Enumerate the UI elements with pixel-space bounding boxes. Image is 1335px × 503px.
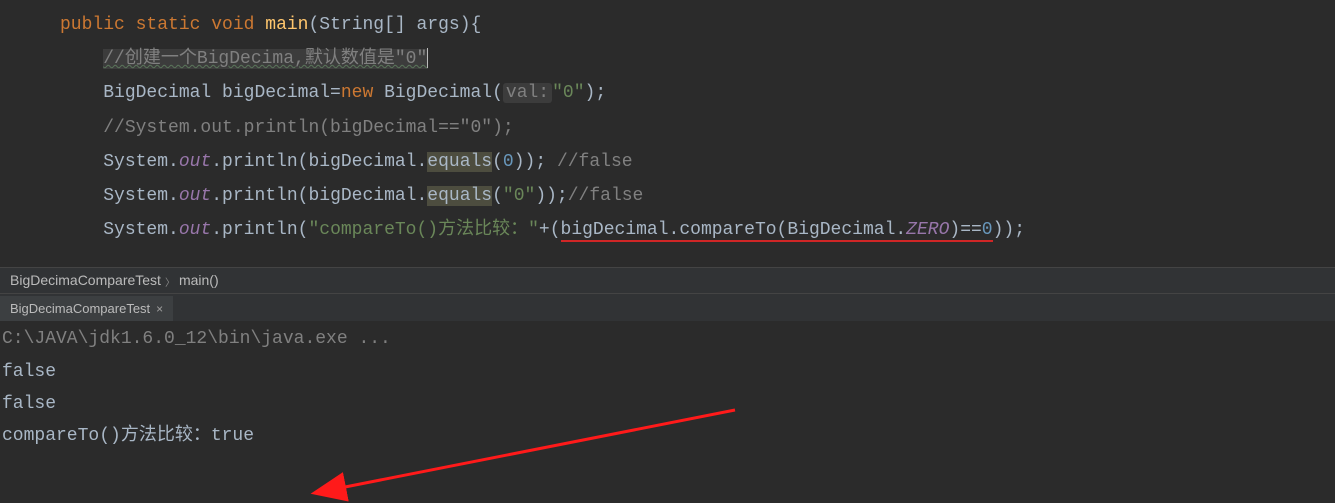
- text-caret: [427, 48, 428, 68]
- comment: //System.out.println(bigDecimal=="0");: [103, 118, 513, 138]
- run-tab-label: BigDecimaCompareTest: [10, 301, 150, 316]
- code-line: System.out.println(bigDecimal.equals("0"…: [0, 179, 1335, 213]
- field-out: out: [179, 152, 211, 172]
- code-text: )==: [949, 220, 981, 240]
- code-line: //创建一个BigDecima,默认数值是"0": [0, 42, 1335, 76]
- code-text: ));: [535, 186, 567, 206]
- code-line: //System.out.println(bigDecimal=="0");: [0, 111, 1335, 145]
- close-icon[interactable]: ×: [150, 302, 163, 316]
- breadcrumb[interactable]: BigDecimaCompareTest〉main(): [0, 267, 1335, 294]
- string-literal: "0": [503, 186, 535, 206]
- field-out: out: [179, 220, 211, 240]
- code-text: .println(bigDecimal.: [211, 186, 427, 206]
- expr-underlined: bigDecimal.compareTo(BigDecimal.: [561, 220, 907, 240]
- keyword-void: void: [211, 15, 254, 35]
- code-text: System.: [103, 186, 179, 206]
- code-text: ));: [993, 220, 1025, 240]
- number-literal: 0: [503, 152, 514, 172]
- number-literal: 0: [982, 220, 993, 240]
- string-literal: "compareTo()方法比较：": [308, 220, 538, 240]
- code-text: BigDecimal(: [373, 83, 503, 103]
- code-text: );: [585, 83, 607, 103]
- code-text: System.: [103, 152, 179, 172]
- method-name: main: [265, 15, 308, 35]
- field-out: out: [179, 186, 211, 206]
- chevron-right-icon: 〉: [161, 278, 179, 289]
- console-line: false: [0, 388, 1335, 420]
- code-text: .println(bigDecimal.: [211, 152, 427, 172]
- code-text: BigDecimal bigDecimal=: [103, 83, 341, 103]
- constant-zero: ZERO: [906, 220, 949, 240]
- breadcrumb-class[interactable]: BigDecimaCompareTest: [10, 272, 161, 288]
- run-tab-bar: BigDecimaCompareTest×: [0, 294, 1335, 321]
- console-command: C:\JAVA\jdk1.6.0_12\bin\java.exe ...: [0, 323, 1335, 355]
- comment: //创建一个BigDecima,默认数值是"0": [103, 49, 427, 69]
- breadcrumb-method[interactable]: main(): [179, 272, 219, 288]
- keyword-new: new: [341, 83, 373, 103]
- code-editor[interactable]: public static void main(String[] args){ …: [0, 0, 1335, 267]
- run-tab[interactable]: BigDecimaCompareTest×: [0, 296, 173, 321]
- code-line: System.out.println(bigDecimal.equals(0))…: [0, 145, 1335, 179]
- code-text: System.: [103, 220, 179, 240]
- code-line: public static void main(String[] args){: [0, 8, 1335, 42]
- code-text: .println(: [211, 220, 308, 240]
- code-text: (String[] args){: [309, 15, 482, 35]
- console-output[interactable]: C:\JAVA\jdk1.6.0_12\bin\java.exe ... fal…: [0, 321, 1335, 455]
- string-literal: "0": [552, 83, 584, 103]
- keyword-public: public: [60, 15, 125, 35]
- console-line: compareTo()方法比较：true: [0, 420, 1335, 452]
- code-line: BigDecimal bigDecimal=new BigDecimal(val…: [0, 76, 1335, 110]
- method-equals: equals: [427, 152, 492, 172]
- comment: //false: [568, 186, 644, 206]
- code-text: (: [492, 186, 503, 206]
- code-text: +(: [539, 220, 561, 240]
- keyword-static: static: [136, 15, 201, 35]
- code-text: (: [492, 152, 503, 172]
- console-line: false: [0, 356, 1335, 388]
- comment: //false: [557, 152, 633, 172]
- param-hint: val:: [503, 83, 552, 103]
- method-equals: equals: [427, 186, 492, 206]
- code-line: System.out.println("compareTo()方法比较："+(b…: [0, 213, 1335, 247]
- code-text: ));: [514, 152, 557, 172]
